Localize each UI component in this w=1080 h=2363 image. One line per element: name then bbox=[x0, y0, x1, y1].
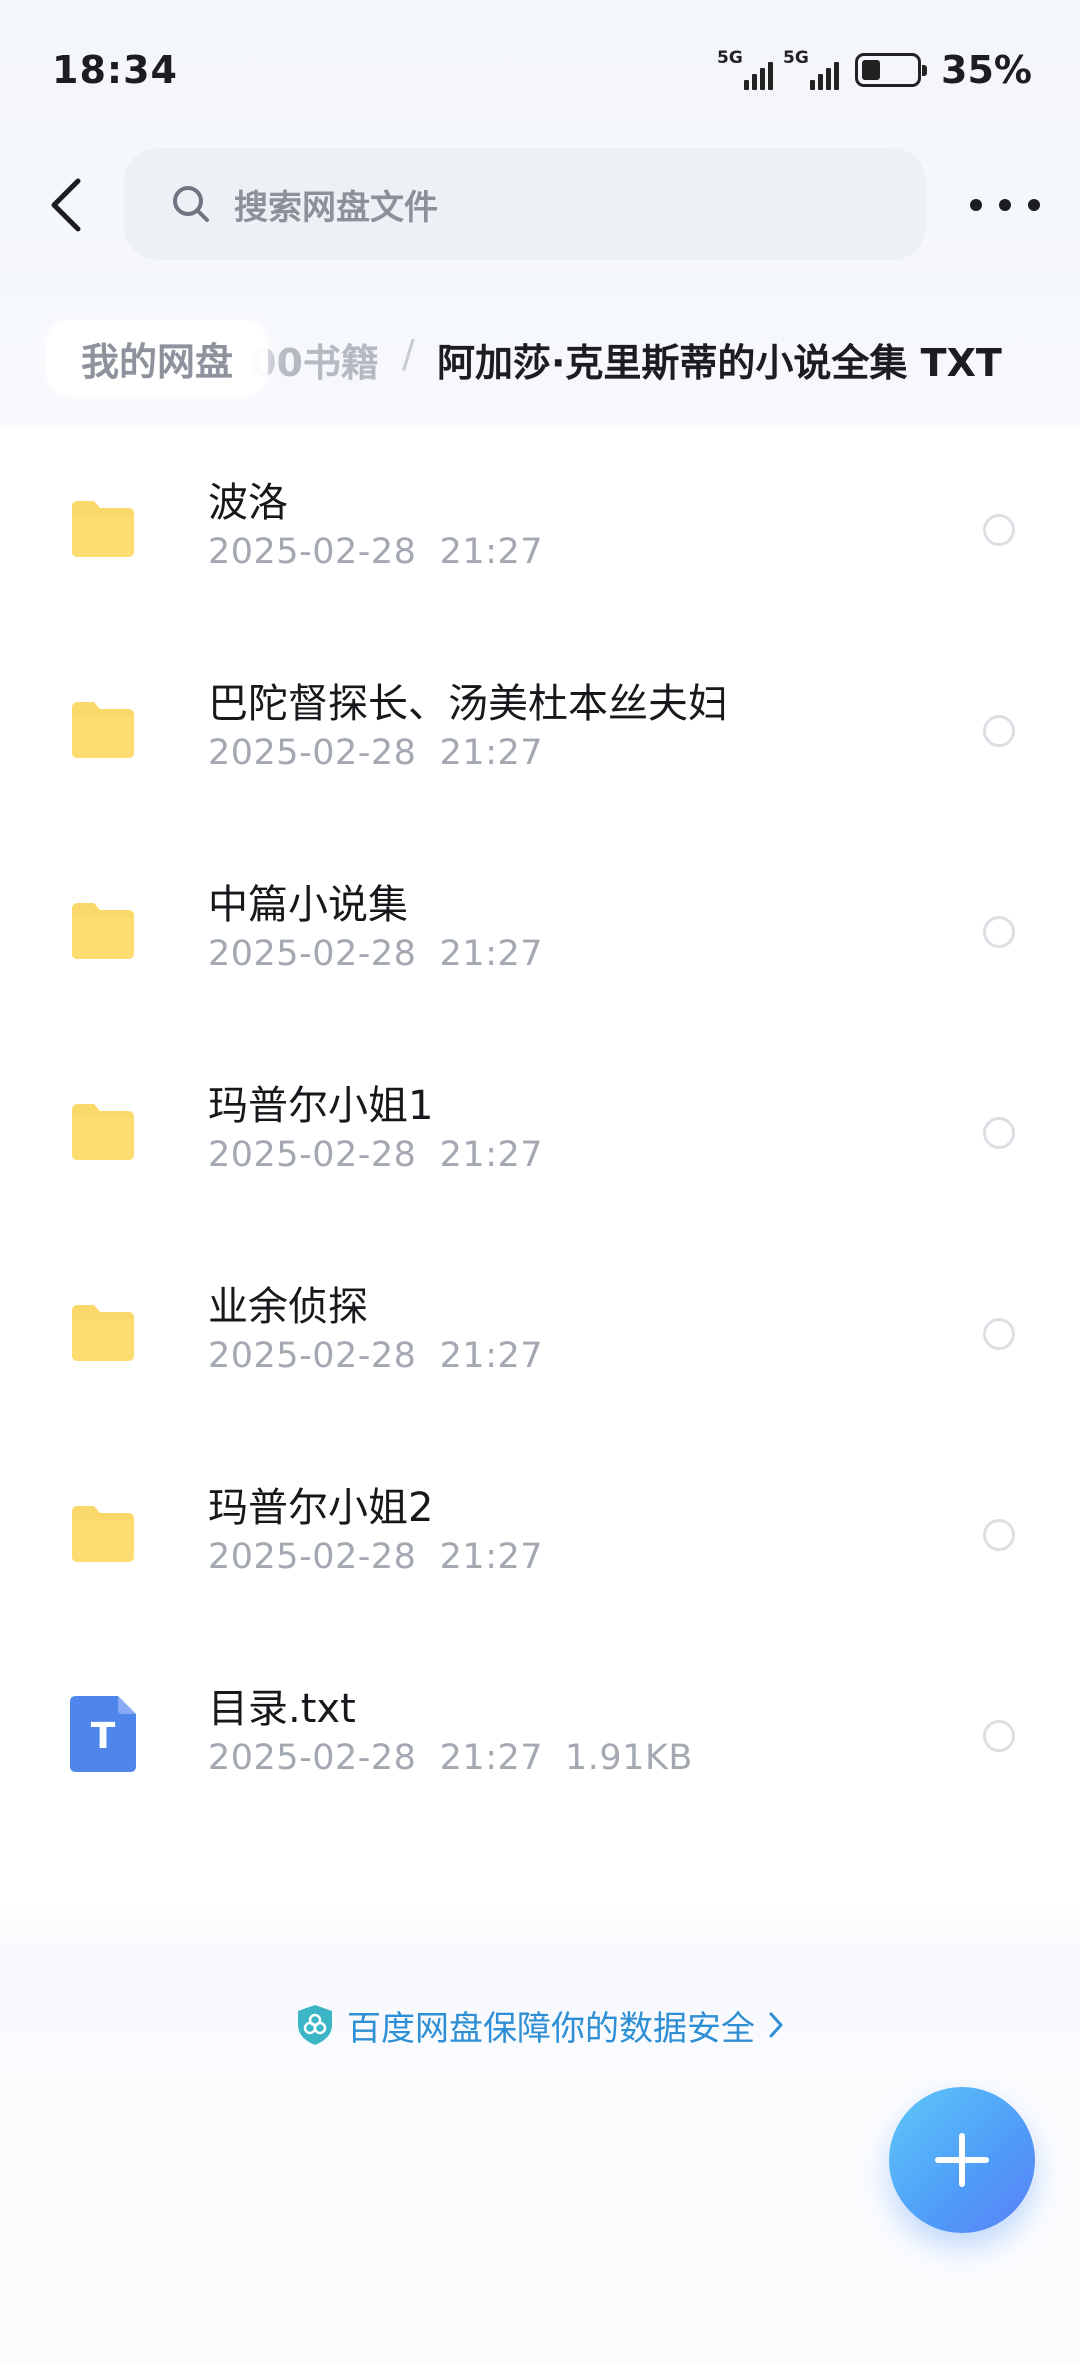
chevron-left-icon bbox=[51, 178, 81, 232]
back-button[interactable] bbox=[36, 160, 96, 250]
more-options-button[interactable] bbox=[970, 180, 1040, 230]
select-checkbox[interactable] bbox=[983, 514, 1015, 546]
signal-icon: 5G bbox=[783, 48, 840, 90]
file-name: 玛普尔小姐2 bbox=[208, 1485, 434, 1531]
breadcrumb-separator: / bbox=[402, 332, 415, 376]
list-item[interactable]: 巴陀督探长、汤美杜本丝夫妇 2025-02-28 21:27 bbox=[0, 641, 1080, 841]
shield-icon bbox=[298, 2005, 332, 2045]
search-placeholder: 搜索网盘文件 bbox=[234, 187, 438, 228]
file-name: 玛普尔小姐1 bbox=[208, 1083, 434, 1129]
file-date: 2025-02-28 21:27 bbox=[208, 1135, 544, 1175]
signal-icon: 5G bbox=[717, 48, 774, 90]
status-time: 18:34 bbox=[52, 48, 178, 92]
battery-level bbox=[862, 60, 881, 80]
breadcrumb-middle[interactable]: 00书籍 bbox=[250, 332, 379, 387]
signal-label: 5G bbox=[783, 48, 809, 68]
breadcrumb-root[interactable]: 我的网盘 bbox=[46, 320, 268, 396]
file-date: 2025-02-28 21:27 bbox=[208, 733, 544, 773]
select-checkbox[interactable] bbox=[983, 1720, 1015, 1752]
file-name: 巴陀督探长、汤美杜本丝夫妇 bbox=[208, 681, 728, 727]
list-item[interactable]: 波洛 2025-02-28 21:27 bbox=[0, 440, 1080, 640]
file-date: 2025-02-28 21:27 bbox=[208, 1537, 544, 1577]
list-item[interactable]: 业余侦探 2025-02-28 21:27 bbox=[0, 1244, 1080, 1444]
file-meta: 2025-02-28 21:27 1.91KB bbox=[208, 1738, 693, 1778]
more-dots-icon bbox=[970, 199, 982, 211]
svg-text:T: T bbox=[91, 1716, 116, 1757]
txt-file-icon: T bbox=[70, 1696, 136, 1772]
safety-banner[interactable]: 百度网盘保障你的数据安全 bbox=[0, 1960, 1080, 2090]
select-checkbox[interactable] bbox=[983, 1117, 1015, 1149]
file-date: 2025-02-28 21:27 bbox=[208, 532, 544, 572]
list-item[interactable]: 中篇小说集 2025-02-28 21:27 bbox=[0, 842, 1080, 1042]
safety-text: 百度网盘保障你的数据安全 bbox=[347, 2008, 755, 2049]
signal-label: 5G bbox=[717, 48, 743, 68]
file-size: 1.91KB bbox=[565, 1738, 693, 1778]
folder-icon bbox=[72, 1305, 134, 1361]
folder-icon bbox=[72, 1506, 134, 1562]
breadcrumb-current: 阿加莎·克里斯蒂的小说全集 TXT bbox=[437, 341, 1002, 385]
plus-icon bbox=[935, 2133, 989, 2187]
chevron-right-icon bbox=[769, 2012, 783, 2038]
status-indicators: 5G 5G 35% bbox=[717, 48, 1032, 92]
file-date: 2025-02-28 21:27 bbox=[208, 1336, 544, 1376]
select-checkbox[interactable] bbox=[983, 916, 1015, 948]
battery-percent: 35% bbox=[941, 48, 1032, 92]
file-name: 业余侦探 bbox=[208, 1284, 368, 1330]
folder-icon bbox=[72, 1104, 134, 1160]
list-item[interactable]: T 目录.txt 2025-02-28 21:27 1.91KB bbox=[0, 1646, 1080, 1846]
list-item[interactable]: 玛普尔小姐2 2025-02-28 21:27 bbox=[0, 1445, 1080, 1645]
battery-icon bbox=[855, 53, 928, 87]
search-icon bbox=[173, 186, 209, 222]
list-item[interactable]: 玛普尔小姐1 2025-02-28 21:27 bbox=[0, 1043, 1080, 1243]
add-button[interactable] bbox=[889, 2087, 1035, 2233]
folder-icon bbox=[72, 501, 134, 557]
file-name: 波洛 bbox=[208, 480, 288, 526]
status-bar: 18:34 5G 5G 35% bbox=[0, 0, 1080, 140]
file-list: 波洛 2025-02-28 21:27 巴陀督探长、汤美杜本丝夫妇 2025-0… bbox=[0, 426, 1080, 1886]
select-checkbox[interactable] bbox=[983, 715, 1015, 747]
search-input[interactable]: 搜索网盘文件 bbox=[124, 148, 926, 260]
folder-icon bbox=[72, 903, 134, 959]
file-date: 2025-02-28 21:27 bbox=[208, 934, 544, 974]
select-checkbox[interactable] bbox=[983, 1318, 1015, 1350]
file-name: 中篇小说集 bbox=[208, 882, 408, 928]
folder-icon bbox=[72, 702, 134, 758]
select-checkbox[interactable] bbox=[983, 1519, 1015, 1551]
page: 18:34 5G 5G 35% 搜索网盘文件 我的网盘 00书籍 / 阿加莎·克… bbox=[0, 0, 1080, 2363]
file-date: 2025-02-28 21:27 bbox=[208, 1738, 544, 1778]
file-name: 目录.txt bbox=[208, 1686, 356, 1732]
